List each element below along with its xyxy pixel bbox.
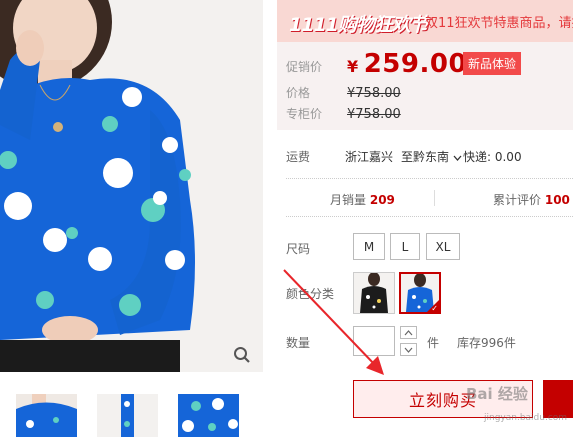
promo-price: ¥ 259.00 xyxy=(347,49,467,79)
original-price: ¥758.00 xyxy=(347,86,401,101)
double11-logo: 1111购物狂欢节 xyxy=(289,14,429,36)
zoom-button[interactable] xyxy=(229,342,255,368)
total-reviews-value: 100 xyxy=(544,193,570,207)
shipping-label: 运费 xyxy=(286,150,311,164)
color-swatch-blue-selected[interactable]: ✓ xyxy=(399,272,441,314)
ship-to-text: 至黔东南 xyxy=(401,150,450,164)
size-option-xl[interactable]: XL xyxy=(426,233,460,260)
chevron-down-icon xyxy=(453,155,462,161)
size-option-l[interactable]: L xyxy=(390,233,420,260)
promo-price-value: 259.00 xyxy=(363,49,468,79)
stock-count: 库存996件 xyxy=(457,336,516,350)
quantity-increase-button[interactable] xyxy=(400,326,417,339)
divider xyxy=(286,216,573,217)
thumbnail-1[interactable] xyxy=(16,394,77,437)
quantity-decrease-button[interactable] xyxy=(400,343,417,356)
check-icon: ✓ xyxy=(431,304,438,313)
thumbnail-strip xyxy=(16,394,239,437)
size-option-m[interactable]: M xyxy=(353,233,385,260)
product-main-image[interactable] xyxy=(0,0,263,372)
promo-price-label: 促销价 xyxy=(286,60,323,74)
watermark-url: jingyan.baidu.com xyxy=(484,413,568,423)
price-label: 价格 xyxy=(286,86,311,100)
thumbnail-2[interactable] xyxy=(97,394,158,437)
sales-stats: 月销量 209 累计评价 100 xyxy=(277,180,573,216)
chevron-up-icon xyxy=(404,329,413,335)
annotation-arrow xyxy=(283,269,384,375)
thumbnail-3[interactable] xyxy=(178,394,239,437)
shipping-fee: 快递: 0.00 xyxy=(463,150,522,164)
price-block: 促销价 ¥ 259.00 新品体验 价格 ¥758.00 专柜价 ¥758.00 xyxy=(277,42,573,130)
model-photo xyxy=(0,0,263,372)
currency-symbol: ¥ xyxy=(347,57,359,76)
total-reviews[interactable]: 累计评价 100 xyxy=(493,191,570,208)
divider xyxy=(286,178,573,179)
product-page: 1111购物狂欢节 双11狂欢节特惠商品，请提 促销价 ¥ 259.00 新品体… xyxy=(0,0,573,437)
monthly-sales-value: 209 xyxy=(369,193,395,207)
quantity-unit: 件 xyxy=(427,336,440,350)
ship-to-selector[interactable]: 至黔东南 xyxy=(401,148,462,165)
watermark: Bai 经验 xyxy=(466,385,528,403)
magnifier-icon xyxy=(234,347,250,363)
counter-price-label: 专柜价 xyxy=(286,107,323,121)
monthly-sales: 月销量 209 xyxy=(330,193,395,207)
ship-from: 浙江嘉兴 xyxy=(345,150,394,164)
size-label: 尺码 xyxy=(286,242,311,256)
promo-banner[interactable]: 1111购物狂欢节 双11狂欢节特惠商品，请提 xyxy=(277,0,573,42)
banner-message: 双11狂欢节特惠商品，请提 xyxy=(425,16,573,31)
counter-price: ¥758.00 xyxy=(347,107,401,122)
new-product-badge[interactable]: 新品体验 xyxy=(463,52,522,75)
chevron-down-icon xyxy=(404,347,413,353)
stats-separator xyxy=(434,190,435,206)
